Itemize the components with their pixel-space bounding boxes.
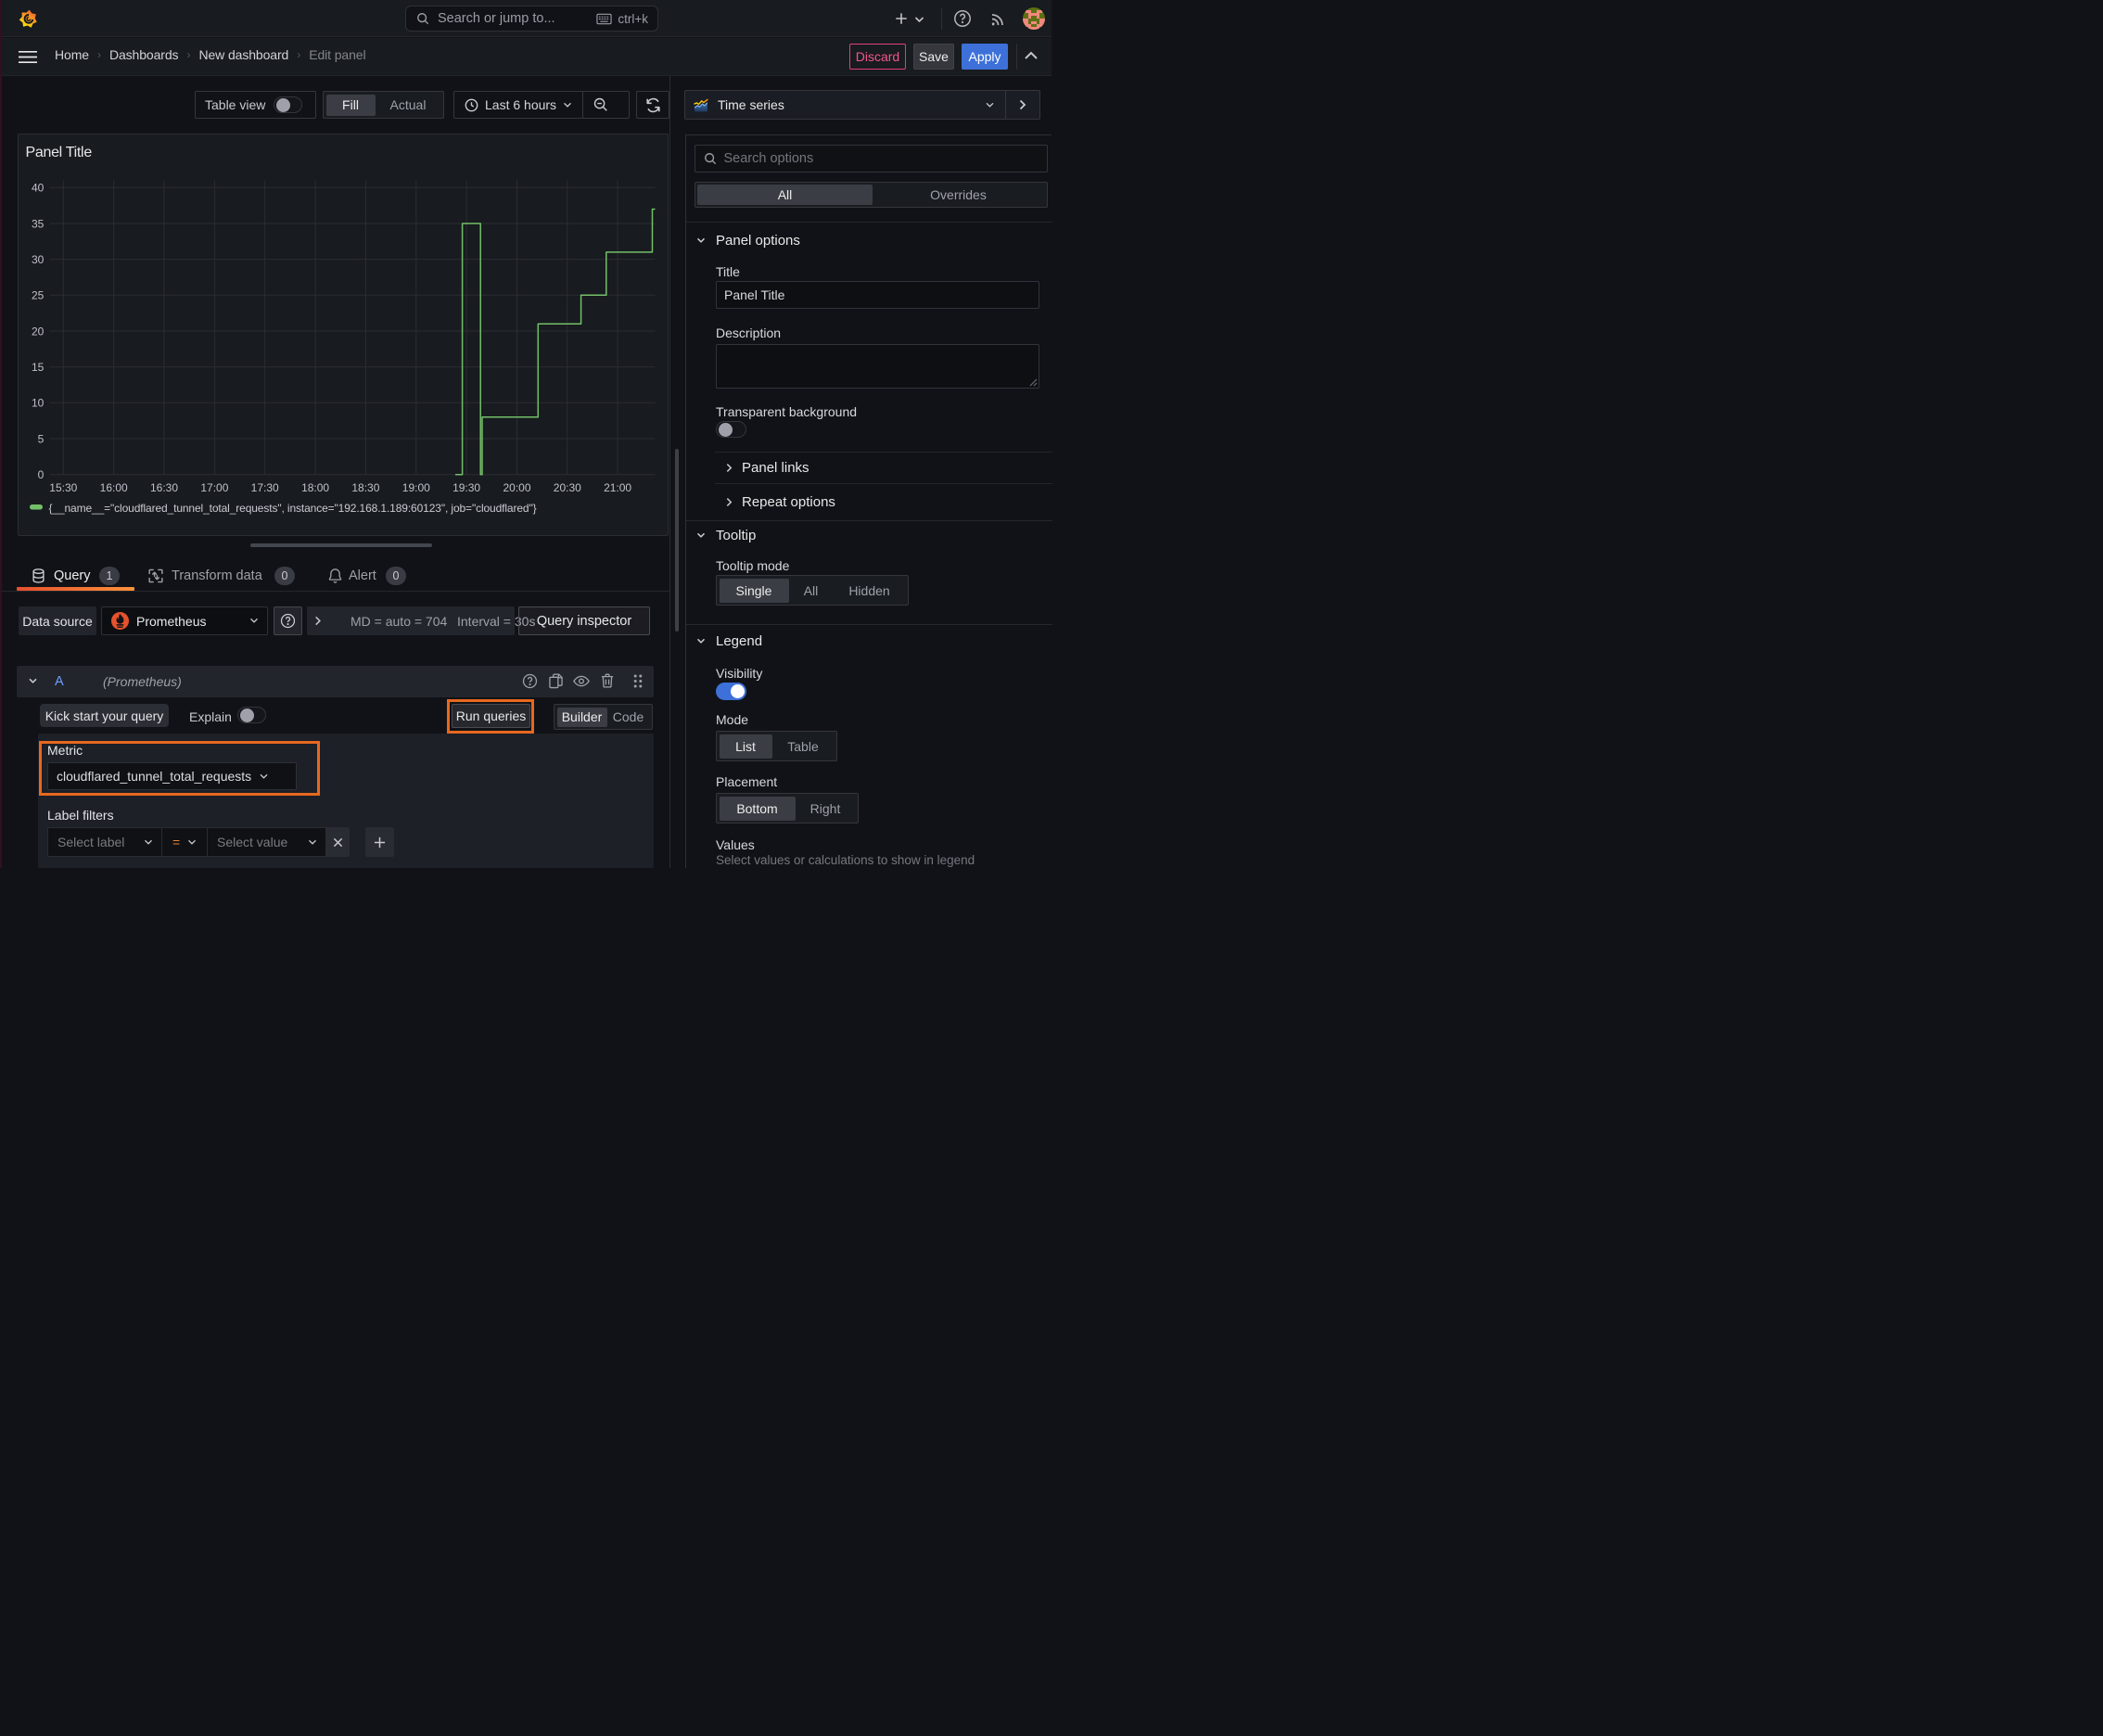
svg-text:0: 0	[38, 468, 45, 481]
svg-text:20:30: 20:30	[554, 481, 581, 494]
svg-text:5: 5	[38, 432, 45, 445]
svg-text:17:00: 17:00	[200, 481, 228, 494]
svg-text:16:00: 16:00	[100, 481, 128, 494]
svg-text:19:00: 19:00	[402, 481, 430, 494]
svg-text:18:00: 18:00	[301, 481, 329, 494]
svg-text:{__name__="cloudflared_tunnel_: {__name__="cloudflared_tunnel_total_requ…	[49, 502, 537, 515]
svg-text:19:30: 19:30	[452, 481, 480, 494]
svg-text:20: 20	[32, 325, 45, 338]
svg-text:17:30: 17:30	[251, 481, 279, 494]
svg-text:30: 30	[32, 253, 45, 266]
svg-text:18:30: 18:30	[351, 481, 379, 494]
svg-text:35: 35	[32, 217, 45, 230]
svg-text:15:30: 15:30	[49, 481, 77, 494]
svg-text:40: 40	[32, 182, 45, 195]
svg-text:21:00: 21:00	[604, 481, 631, 494]
svg-text:20:00: 20:00	[503, 481, 530, 494]
svg-text:15: 15	[32, 361, 45, 374]
svg-text:16:30: 16:30	[150, 481, 178, 494]
svg-text:10: 10	[32, 397, 45, 410]
svg-text:25: 25	[32, 289, 45, 302]
